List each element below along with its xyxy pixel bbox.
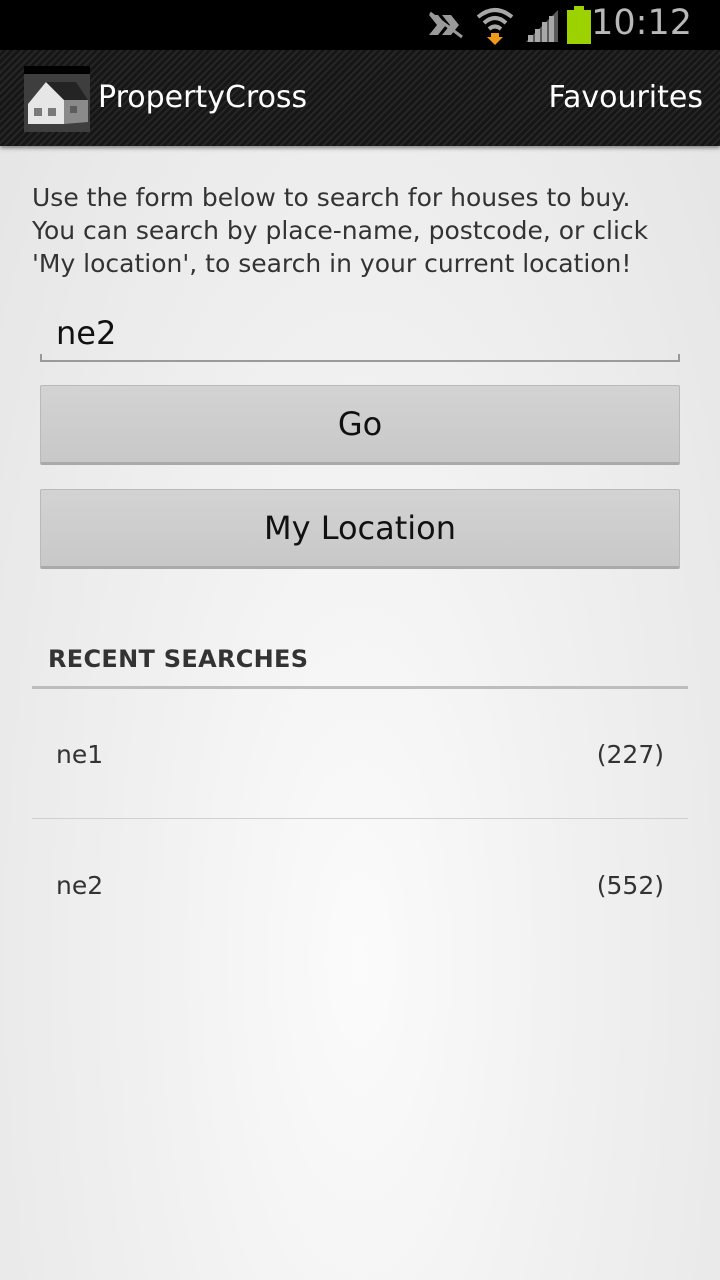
search-input[interactable] — [40, 306, 680, 360]
recent-search-count: (552) — [596, 870, 664, 900]
instruction-line: Use the form below to search for houses … — [32, 183, 631, 212]
recent-search-place: ne1 — [56, 739, 104, 769]
recent-search-item[interactable]: ne1 (227) — [32, 689, 688, 819]
wifi-icon — [476, 5, 514, 49]
recent-search-place: ne2 — [56, 870, 104, 900]
recent-search-count: (227) — [596, 739, 664, 769]
list-divider — [32, 818, 688, 819]
search-instructions: Use the form below to search for houses … — [32, 181, 692, 280]
status-bar: 10:12 — [0, 0, 720, 50]
action-bar: PropertyCross Favourites — [0, 50, 720, 146]
my-location-button[interactable]: My Location — [40, 489, 680, 569]
nfc-icon — [426, 10, 466, 44]
instruction-line: 'My location', to search in your current… — [32, 249, 632, 278]
app-title: PropertyCross — [98, 80, 308, 115]
search-input-underline — [40, 354, 680, 362]
recent-search-item[interactable]: ne2 (552) — [32, 820, 688, 950]
house-icon[interactable] — [24, 66, 90, 132]
signal-icon — [524, 8, 560, 46]
recent-searches-header: RECENT SEARCHES — [48, 645, 309, 673]
instruction-line: You can search by place-name, postcode, … — [32, 216, 649, 245]
battery-icon — [566, 6, 592, 48]
favourites-button[interactable]: Favourites — [548, 80, 703, 115]
go-button[interactable]: Go — [40, 385, 680, 465]
status-time: 10:12 — [591, 3, 692, 43]
